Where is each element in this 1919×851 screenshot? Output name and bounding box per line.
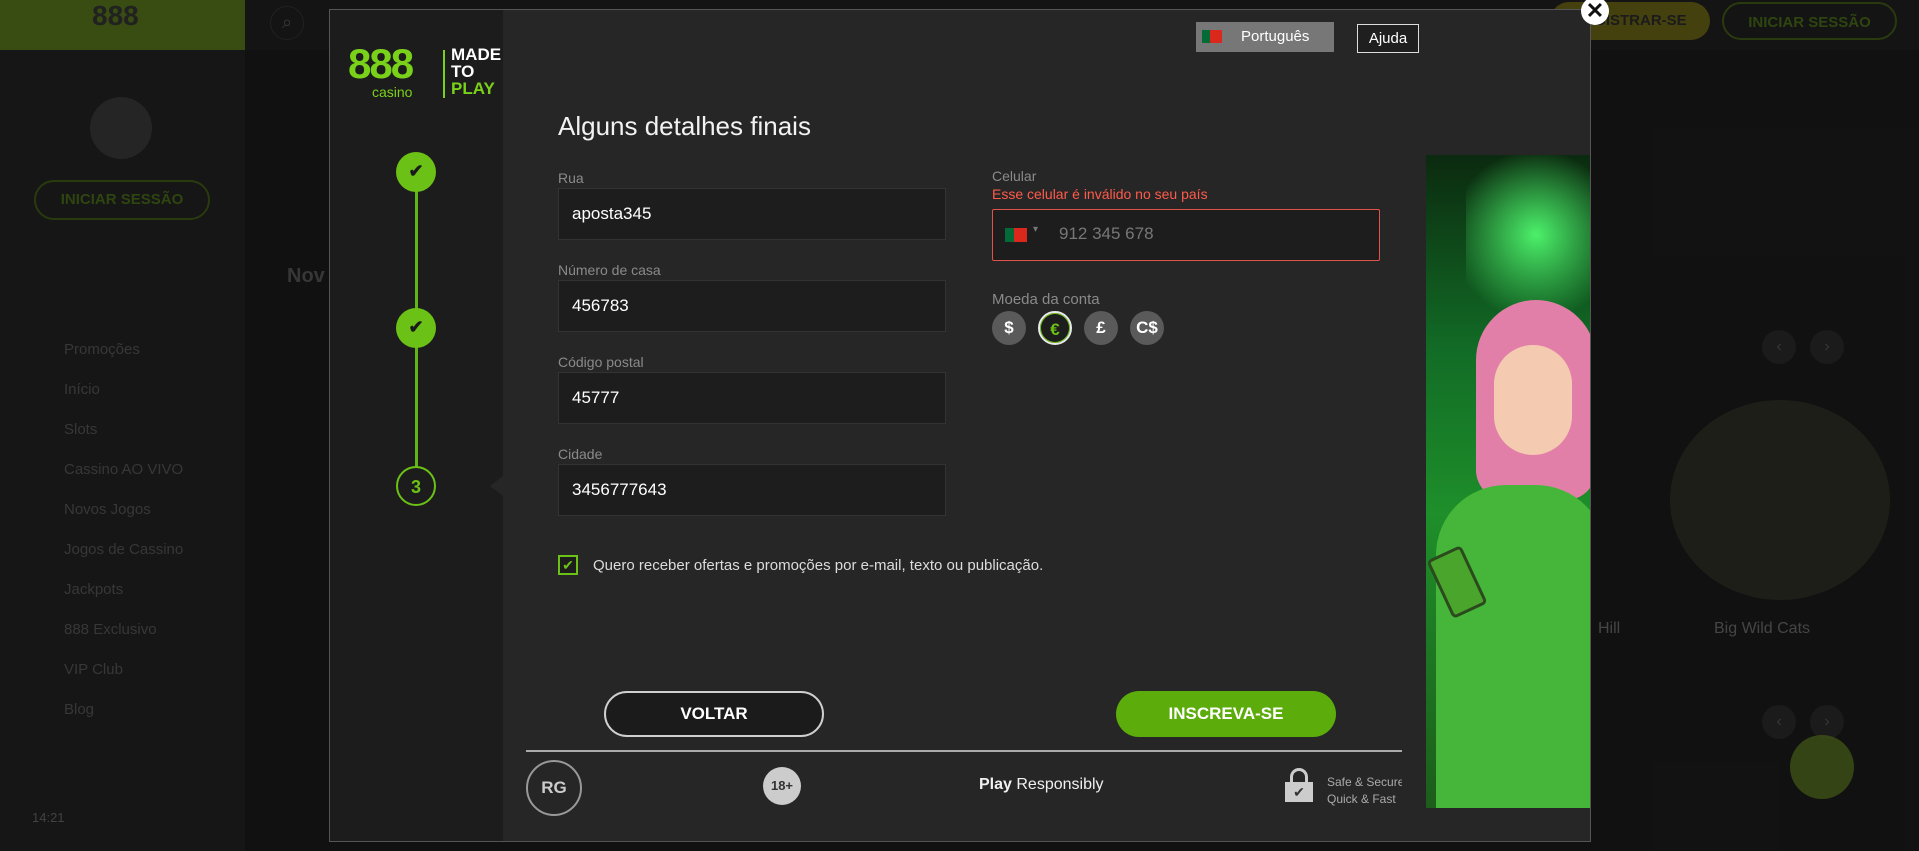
secure-text: Safe & Secure Quick & Fast	[1327, 774, 1402, 808]
consent-label[interactable]: Quero receber ofertas e promoções por e-…	[593, 557, 1043, 574]
language-selector[interactable]: Português	[1196, 22, 1334, 52]
chevron-down-icon[interactable]: ▾	[1033, 224, 1038, 235]
brand-tagline-2: TO	[451, 62, 475, 81]
phone-label: Celular	[992, 168, 1037, 184]
help-button[interactable]: Ajuda	[1357, 24, 1419, 53]
house-number-label: Número de casa	[558, 262, 661, 278]
step-pointer	[490, 476, 503, 496]
responsible-gaming-icon: RG	[526, 760, 582, 816]
currency-cad-button[interactable]: C$	[1130, 311, 1164, 345]
phone-error-message: Esse celular é inválido no seu país	[992, 186, 1208, 202]
postal-code-input[interactable]: 45777	[558, 372, 946, 424]
city-label: Cidade	[558, 446, 603, 462]
city-input[interactable]: 3456777643	[558, 464, 946, 516]
flag-icon	[1202, 30, 1222, 43]
step-3-current: 3	[396, 466, 436, 506]
age-restriction-icon: 18+	[763, 767, 801, 805]
currency-eur-button[interactable]: €	[1038, 311, 1072, 345]
page-title: Alguns detalhes finais	[558, 111, 811, 141]
steps-rail: 888 casino MADE TO PLAY ✔ ✔ 3	[330, 10, 503, 841]
brand-logo: 888 casino MADE TO PLAY	[348, 40, 501, 101]
country-flag-icon[interactable]	[1005, 228, 1027, 242]
currency-usd-button[interactable]: $	[992, 311, 1026, 345]
house-number-input[interactable]: 456783	[558, 280, 946, 332]
back-button[interactable]: VOLTAR	[604, 691, 824, 737]
brand-separator	[443, 50, 445, 98]
street-label: Rua	[558, 170, 584, 186]
registration-modal: 888 casino MADE TO PLAY ✔ ✔ 3 Português …	[329, 9, 1591, 842]
play-responsibly-bold: Play	[979, 776, 1012, 793]
play-responsibly-text: Play Responsibly	[979, 776, 1104, 794]
postal-code-label: Código postal	[558, 354, 644, 370]
currency-gbp-button[interactable]: £	[1084, 311, 1118, 345]
phone-placeholder: 912 345 678	[1059, 224, 1154, 243]
secure-line-1: Safe & Secure	[1327, 775, 1402, 789]
step-1-done-icon: ✔	[396, 152, 436, 192]
consent-checkbox[interactable]: ✔	[558, 555, 578, 575]
brand-tagline-1: MADE	[451, 45, 502, 64]
brand-tagline: MADE TO PLAY	[451, 46, 501, 97]
phone-input[interactable]: ▾ 912 345 678	[992, 209, 1380, 261]
language-label: Português	[1241, 28, 1310, 45]
step-2-done-icon: ✔	[396, 308, 436, 348]
lock-icon: ✔	[1285, 768, 1313, 802]
secure-line-2: Quick & Fast	[1327, 792, 1396, 806]
brand-logo-number: 888	[348, 40, 414, 87]
footer-divider	[526, 750, 1402, 752]
submit-button[interactable]: INSCREVA-SE	[1116, 691, 1336, 737]
brand-tagline-3: PLAY	[451, 79, 495, 98]
promo-image	[1426, 155, 1590, 808]
currency-label: Moeda da conta	[992, 291, 1100, 308]
play-responsibly-rest: Responsibly	[1011, 776, 1104, 793]
brand-logo-sub: casino	[372, 84, 413, 100]
street-input[interactable]: aposta345	[558, 188, 946, 240]
